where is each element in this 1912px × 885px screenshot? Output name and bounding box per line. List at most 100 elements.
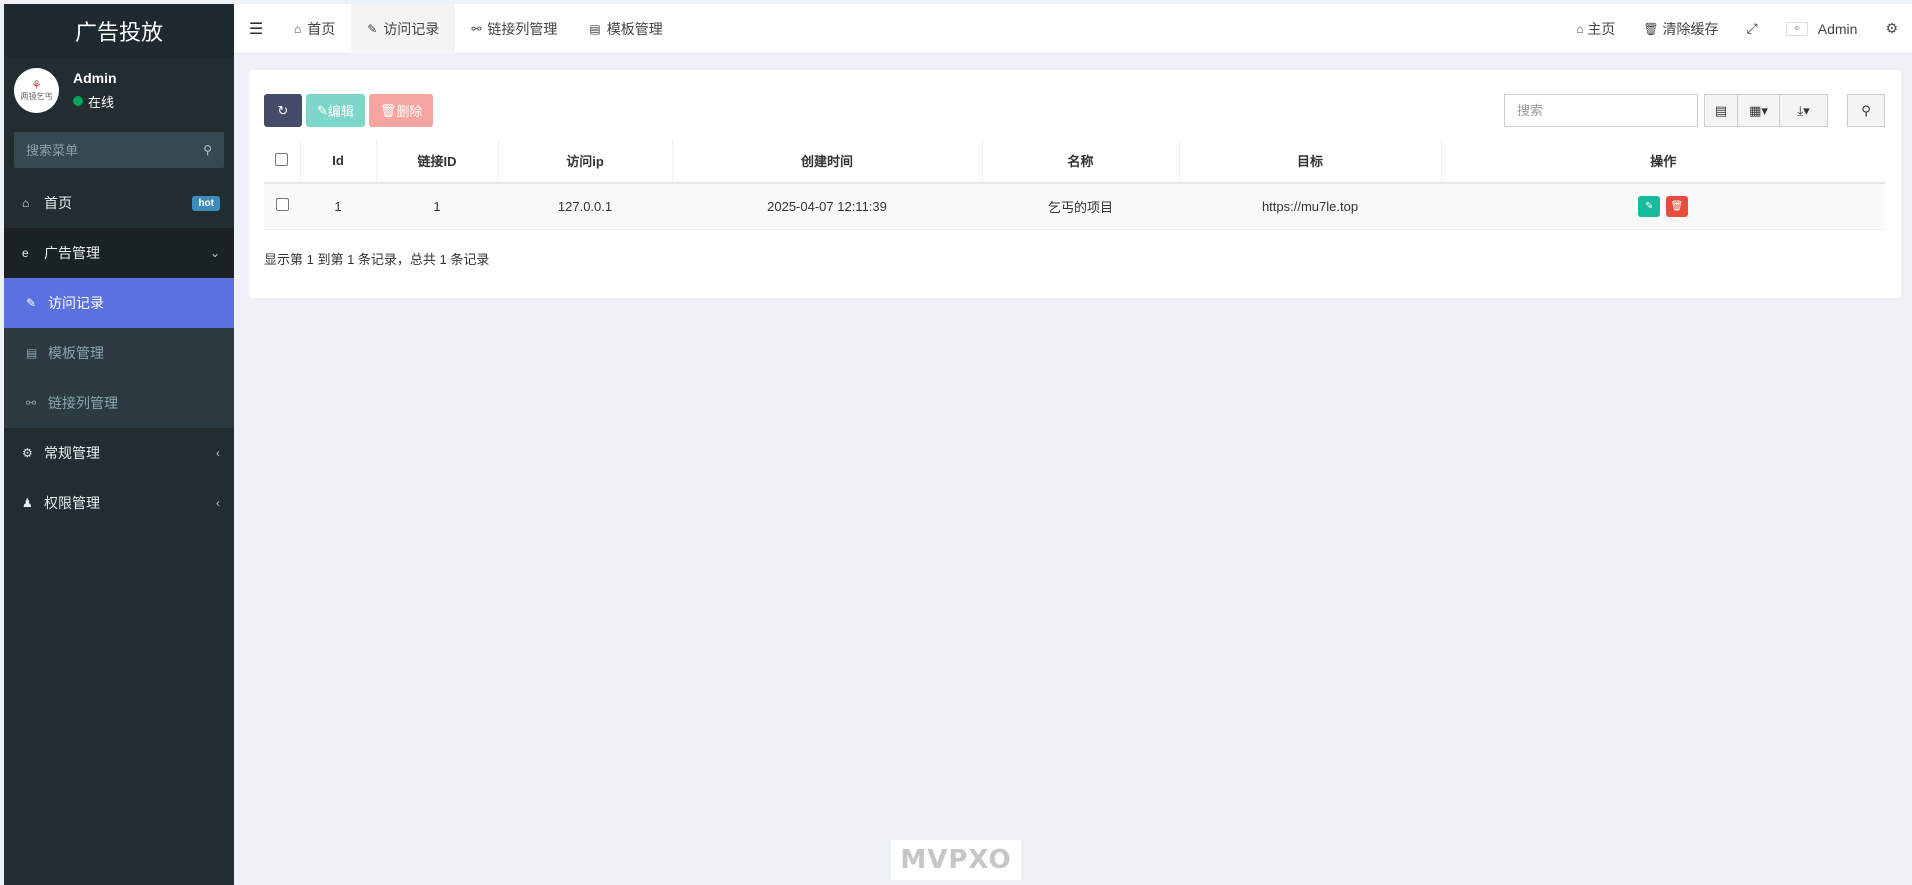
- user-status-label: 在线: [88, 94, 115, 110]
- pencil-icon: ✎: [26, 296, 37, 310]
- sidebar-item-label: 链接列管理: [48, 395, 118, 411]
- brand-title[interactable]: 广告投放: [4, 4, 234, 58]
- column-header-actions: 操作: [1441, 139, 1885, 184]
- sidebar-item-label: 常规管理: [44, 445, 100, 461]
- sidebar-item-label: 访问记录: [48, 295, 104, 311]
- home-link-label: 主页: [1587, 20, 1616, 37]
- cell-actions: ✎ 🗑: [1441, 183, 1885, 230]
- edit-button[interactable]: ✎ 编辑: [306, 94, 365, 127]
- table-row[interactable]: 1 1 127.0.0.1 2025-04-07 12:11:39 乞丐的项目 …: [264, 183, 1885, 230]
- content-panel: ↻ ✎ 编辑 🗑 删除 ▤ ▦▾ ⤓▾ ⚲ Id 链接ID: [249, 70, 1901, 298]
- cell-created: 2025-04-07 12:11:39: [672, 183, 982, 230]
- user-panel: ⚘ 两镜乞丐 Admin 在线: [4, 58, 234, 122]
- sidebar-item-label: 模板管理: [48, 345, 104, 361]
- expand-icon: ⤢: [1746, 20, 1758, 36]
- trash-icon: 🗑: [1670, 200, 1684, 212]
- pencil-icon: ✎: [1644, 200, 1654, 212]
- search-icon[interactable]: ⚲: [203, 143, 212, 157]
- admin-user-menu[interactable]: ⚙ Admin: [1772, 21, 1872, 37]
- columns-button[interactable]: ▦▾: [1738, 94, 1780, 127]
- records-table: Id 链接ID 访问ip 创建时间 名称 目标 操作 1 1 127.0.0.1…: [264, 139, 1885, 230]
- pencil-icon: ✎: [367, 21, 378, 36]
- sidebar-item-label: 首页: [44, 195, 72, 211]
- grid-icon: ▦▾: [1749, 102, 1768, 118]
- sidebar-item-permission-management[interactable]: ♟ 权限管理 ‹: [4, 478, 234, 528]
- home-icon: ⌂: [22, 196, 30, 210]
- sidebar-item-home[interactable]: ⌂ 首页 hot: [4, 178, 234, 228]
- trash-icon: 🗑: [1643, 21, 1659, 36]
- tab-visit-records[interactable]: ✎ 访问记录: [351, 3, 456, 54]
- pagination-info: 显示第 1 到第 1 条记录，总共 1 条记录: [264, 252, 490, 267]
- users-icon: ♟: [22, 496, 33, 510]
- fullscreen-button[interactable]: ⤢: [1733, 20, 1772, 37]
- clear-cache-link[interactable]: 🗑 清除缓存: [1629, 19, 1732, 39]
- delete-button-label: 删除: [396, 104, 423, 119]
- avatar-text: 两镜乞丐: [20, 91, 53, 101]
- table-icon: ▤: [26, 346, 38, 360]
- table-header-row: Id 链接ID 访问ip 创建时间 名称 目标 操作: [264, 139, 1885, 184]
- watermark-logo: MVPXO: [891, 840, 1021, 880]
- table-view-tools: ▤ ▦▾ ⤓▾: [1704, 94, 1828, 127]
- sidebar-item-link-list-management[interactable]: ⚯ 链接列管理: [4, 378, 234, 428]
- chevron-down-icon: ⌄: [209, 246, 220, 260]
- column-header-created[interactable]: 创建时间: [672, 139, 983, 184]
- menu-toggle-icon[interactable]: ☰: [234, 19, 278, 39]
- search-icon: ⚲: [1861, 102, 1871, 118]
- sidebar-item-visit-records[interactable]: ✎ 访问记录: [4, 278, 234, 328]
- column-header-id[interactable]: Id: [300, 139, 377, 184]
- column-header-name[interactable]: 名称: [982, 139, 1180, 184]
- sidebar-item-template-management[interactable]: ▤ 模板管理: [4, 328, 234, 378]
- export-button[interactable]: ⤓▾: [1780, 94, 1828, 127]
- row-checkbox[interactable]: [275, 198, 289, 212]
- table-icon: ▤: [589, 21, 601, 36]
- chain-link-icon: ⚯: [26, 396, 37, 410]
- sidebar-item-label: 权限管理: [44, 495, 100, 511]
- cell-id: 1: [300, 183, 376, 230]
- gears-icon: ⚙: [22, 446, 33, 460]
- cell-ip: 127.0.0.1: [498, 183, 672, 230]
- home-link[interactable]: ⌂ 主页: [1562, 19, 1629, 39]
- online-dot-icon: [73, 96, 83, 106]
- column-header-target[interactable]: 目标: [1179, 139, 1442, 184]
- tab-home[interactable]: ⌂ 首页: [278, 4, 351, 54]
- list-icon: ▤: [1714, 102, 1728, 118]
- tab-label: 首页: [307, 20, 336, 37]
- cell-name: 乞丐的项目: [982, 183, 1179, 230]
- column-header-ip[interactable]: 访问ip: [498, 139, 673, 184]
- chain-link-icon: ⚯: [471, 21, 482, 36]
- tab-link-list-management[interactable]: ⚯ 链接列管理: [455, 4, 573, 54]
- user-status: 在线: [73, 92, 117, 111]
- settings-button[interactable]: ⚙: [1871, 20, 1912, 37]
- tab-label: 链接列管理: [487, 20, 558, 37]
- user-name: Admin: [73, 69, 117, 86]
- export-icon: ⤓▾: [1797, 102, 1810, 118]
- menu-search-input[interactable]: [26, 142, 204, 158]
- ie-icon: e: [22, 246, 29, 260]
- row-edit-button[interactable]: ✎: [1638, 195, 1661, 217]
- refresh-button[interactable]: ↻: [264, 94, 302, 127]
- sidebar-item-ad-management[interactable]: e 广告管理 ⌄: [4, 228, 234, 278]
- column-header-link-id[interactable]: 链接ID: [376, 139, 499, 184]
- topbar-actions: ⌂ 主页 🗑 清除缓存 ⤢ ⚙ Admin ⚙: [1562, 4, 1912, 54]
- table-search-input[interactable]: [1504, 94, 1698, 127]
- tab-template-management[interactable]: ▤ 模板管理: [573, 4, 678, 54]
- submenu-ad-management: ✎ 访问记录 ▤ 模板管理 ⚯ 链接列管理: [4, 278, 234, 428]
- table-toolbar: ↻ ✎ 编辑 🗑 删除: [264, 94, 437, 127]
- toggle-view-button[interactable]: ▤: [1704, 94, 1738, 127]
- sidebar-item-label: 广告管理: [44, 245, 100, 261]
- tab-label: 访问记录: [383, 20, 440, 37]
- topbar: ☰ ⌂ 首页 ✎ 访问记录 ⚯ 链接列管理 ▤ 模板管理 ⌂ 主页 🗑 清除缓存…: [234, 3, 1912, 54]
- trash-icon: 🗑: [379, 102, 397, 118]
- refresh-icon: ↻: [277, 102, 289, 118]
- select-all-checkbox[interactable]: [275, 152, 289, 166]
- sidebar-item-general-management[interactable]: ⚙ 常规管理 ‹: [4, 428, 234, 478]
- cell-link-id: 1: [376, 183, 498, 230]
- advanced-search-button[interactable]: ⚲: [1847, 94, 1885, 127]
- pencil-icon: ✎: [317, 102, 328, 118]
- admin-avatar-icon: ⚙: [1785, 21, 1808, 36]
- home-icon: ⌂: [1576, 21, 1584, 36]
- delete-button[interactable]: 🗑 删除: [368, 94, 434, 127]
- cell-target: https://mu7le.top: [1179, 183, 1441, 230]
- row-delete-button[interactable]: 🗑: [1665, 195, 1688, 217]
- row-select-cell: [264, 183, 300, 230]
